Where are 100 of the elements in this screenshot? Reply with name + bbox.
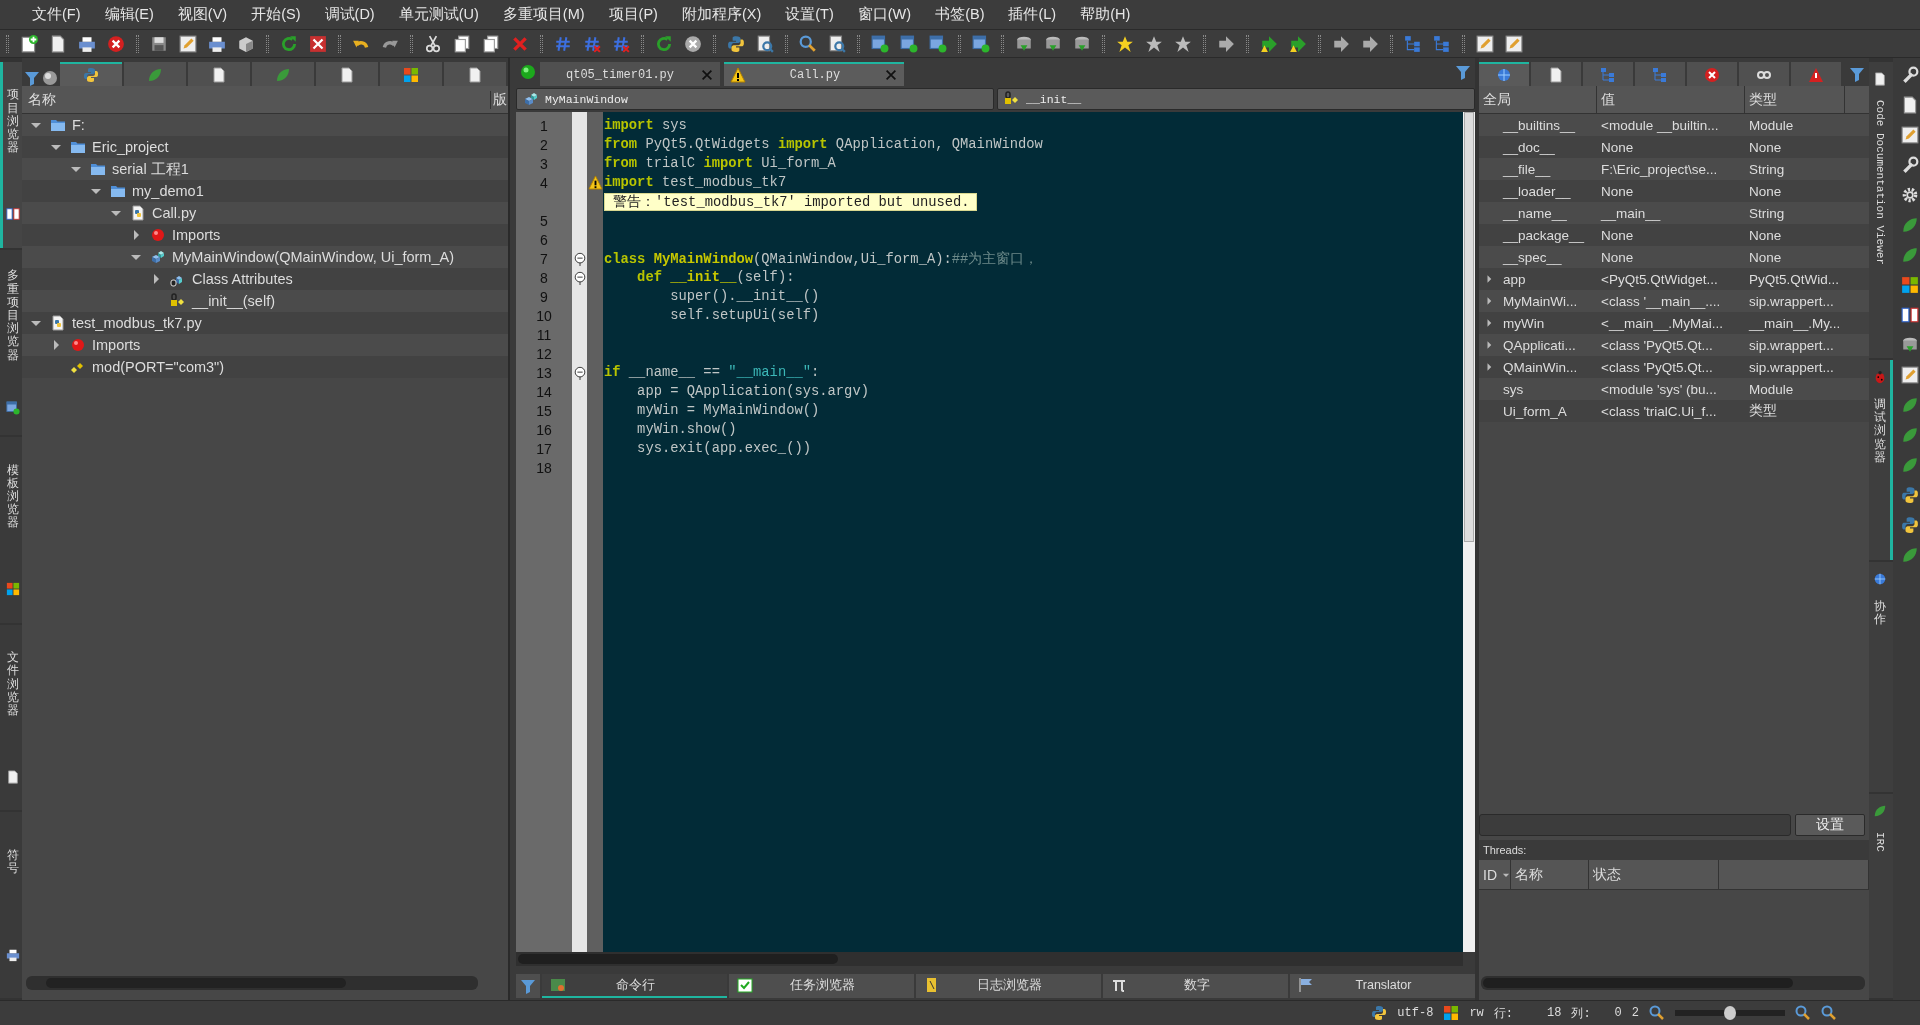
tree-item[interactable]: test_modbus_tk7.py bbox=[22, 312, 508, 334]
menu-item[interactable]: 设置(T) bbox=[773, 1, 846, 28]
menu-item[interactable]: 开始(S) bbox=[239, 1, 313, 28]
arrow-icon[interactable] bbox=[1217, 34, 1235, 53]
settings-button[interactable]: 设置 bbox=[1795, 814, 1865, 836]
save-icon[interactable] bbox=[150, 34, 168, 53]
edit-icon[interactable] bbox=[1505, 34, 1523, 53]
zoom-icon[interactable] bbox=[1795, 1005, 1811, 1021]
side-tab[interactable]: Code Documentation Viewer bbox=[1869, 62, 1893, 358]
tree-item[interactable]: Call.py bbox=[22, 202, 508, 224]
arrow-icon[interactable] bbox=[1289, 34, 1307, 53]
bottom-tab[interactable]: 日志浏览器 bbox=[916, 974, 1101, 998]
tree-item[interactable]: Class Attributes bbox=[22, 268, 508, 290]
new-file-icon[interactable] bbox=[20, 34, 38, 53]
zoom-icon[interactable] bbox=[799, 34, 817, 53]
editor-tab[interactable]: Call.py bbox=[724, 62, 904, 86]
menu-item[interactable]: 帮助(H) bbox=[1068, 1, 1143, 28]
variable-row[interactable]: myWin <__main__.MyMai... __main__.My... bbox=[1479, 312, 1869, 334]
book-icon[interactable] bbox=[1901, 306, 1919, 324]
variable-row[interactable]: __file__ F:\Eric_project\se... String bbox=[1479, 158, 1869, 180]
variable-row[interactable]: __loader__ None None bbox=[1479, 180, 1869, 202]
zoom-icon[interactable] bbox=[1649, 1005, 1665, 1021]
document-icon[interactable] bbox=[1901, 96, 1919, 114]
side-tab[interactable]: 符号 bbox=[0, 812, 22, 998]
tree-item[interactable]: __init__(self) bbox=[22, 290, 508, 312]
document-icon[interactable] bbox=[49, 34, 67, 53]
panel-tab[interactable] bbox=[60, 62, 122, 86]
side-tab[interactable]: IRC bbox=[1869, 794, 1893, 998]
variable-row[interactable]: QMainWin... <class 'PyQt5.Qt... sip.wrappert... bbox=[1479, 356, 1869, 378]
filter-button[interactable] bbox=[516, 974, 540, 998]
side-tab[interactable]: 多重项目浏览器 bbox=[0, 249, 22, 436]
database-icon[interactable] bbox=[1901, 336, 1919, 354]
arrow-icon[interactable] bbox=[1260, 34, 1278, 53]
menu-item[interactable]: 文件(F) bbox=[20, 1, 93, 28]
menu-item[interactable]: 调试(D) bbox=[312, 1, 387, 28]
tree-item[interactable]: F: bbox=[22, 114, 508, 136]
menu-item[interactable]: 单元测试(U) bbox=[386, 1, 491, 28]
cancel-icon[interactable] bbox=[684, 34, 702, 53]
bottom-tab[interactable]: Translator bbox=[1290, 974, 1475, 998]
cut-icon[interactable] bbox=[424, 34, 442, 53]
variable-row[interactable]: MyMainWi... <class '__main__.... sip.wrappert... bbox=[1479, 290, 1869, 312]
variable-row[interactable]: __doc__ None None bbox=[1479, 136, 1869, 158]
wrench-icon[interactable] bbox=[1901, 156, 1919, 174]
printer-icon[interactable] bbox=[208, 34, 226, 53]
zoom-icon[interactable] bbox=[1821, 1005, 1837, 1021]
sphere-icon[interactable] bbox=[42, 70, 58, 86]
edit-icon[interactable] bbox=[1476, 34, 1494, 53]
panel-tab[interactable] bbox=[1531, 62, 1581, 86]
copy-icon[interactable] bbox=[453, 34, 471, 53]
window-icon[interactable] bbox=[929, 34, 947, 53]
side-tab[interactable]: 文件浏览器 bbox=[0, 624, 22, 811]
tree-item[interactable]: Eric_project bbox=[22, 136, 508, 158]
panel-tab[interactable] bbox=[444, 62, 506, 86]
filter-field[interactable] bbox=[1479, 814, 1791, 836]
side-tab[interactable]: 模板浏览器 bbox=[0, 437, 22, 623]
close-icon[interactable] bbox=[107, 34, 125, 53]
edit-icon[interactable] bbox=[1901, 366, 1919, 384]
fold-icon[interactable] bbox=[572, 270, 587, 285]
leaf-icon[interactable] bbox=[1901, 396, 1919, 414]
database-icon[interactable] bbox=[1015, 34, 1033, 53]
side-tab[interactable]: 调试浏览器 bbox=[1869, 360, 1893, 560]
document-search-icon[interactable] bbox=[756, 34, 774, 53]
document-search-icon[interactable] bbox=[828, 34, 846, 53]
panel-tab[interactable] bbox=[1687, 62, 1737, 86]
editor-tab[interactable]: qt05_timer01.py bbox=[540, 62, 720, 86]
panel-tab[interactable] bbox=[1739, 62, 1789, 86]
window-icon[interactable] bbox=[871, 34, 889, 53]
tree-item[interactable]: MyMainWindow(QMainWindow, Ui_form_A) bbox=[22, 246, 508, 268]
window-icon[interactable] bbox=[972, 34, 990, 53]
tree-item[interactable]: my_demo1 bbox=[22, 180, 508, 202]
filter-icon[interactable] bbox=[1849, 66, 1865, 82]
leaf-icon[interactable] bbox=[1901, 546, 1919, 564]
menu-item[interactable]: 附加程序(X) bbox=[669, 1, 774, 28]
python-icon[interactable] bbox=[1901, 486, 1919, 504]
method-selector[interactable]: __init__ bbox=[997, 88, 1475, 110]
edit-icon[interactable] bbox=[179, 34, 197, 53]
star-icon[interactable] bbox=[1116, 34, 1134, 53]
fold-icon[interactable] bbox=[572, 365, 587, 380]
wrench-icon[interactable] bbox=[1901, 66, 1919, 84]
menu-item[interactable]: 窗口(W) bbox=[845, 1, 924, 28]
bottom-tab[interactable]: 命令行 bbox=[542, 974, 727, 998]
tree-item[interactable]: Imports bbox=[22, 334, 508, 356]
menu-item[interactable]: 编辑(E) bbox=[92, 1, 166, 28]
tiles-icon[interactable] bbox=[1901, 276, 1919, 294]
arrow-icon[interactable] bbox=[1361, 34, 1379, 53]
tree-item[interactable]: Imports bbox=[22, 224, 508, 246]
tree-item[interactable]: mod(PORT="com3") bbox=[22, 356, 508, 378]
panel-tab[interactable] bbox=[316, 62, 378, 86]
menu-item[interactable]: 项目(P) bbox=[596, 1, 670, 28]
side-tab[interactable]: 协作 bbox=[1869, 562, 1893, 792]
tree-item[interactable]: serial 工程1 bbox=[22, 158, 508, 180]
python-icon[interactable] bbox=[1901, 516, 1919, 534]
leaf-icon[interactable] bbox=[1901, 456, 1919, 474]
reload-icon[interactable] bbox=[280, 34, 298, 53]
menu-item[interactable]: 插件(L) bbox=[996, 1, 1069, 28]
variable-row[interactable]: sys <module 'sys' (bu... Module bbox=[1479, 378, 1869, 400]
variable-row[interactable]: __package__ None None bbox=[1479, 224, 1869, 246]
copy-icon[interactable] bbox=[482, 34, 500, 53]
tree-icon[interactable] bbox=[1433, 34, 1451, 53]
printer-icon[interactable] bbox=[78, 34, 96, 53]
